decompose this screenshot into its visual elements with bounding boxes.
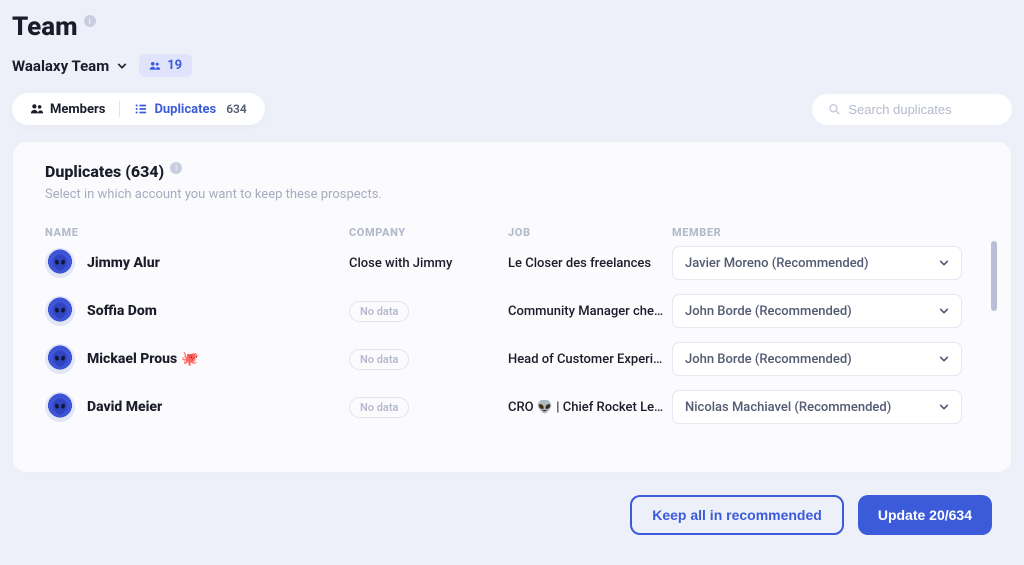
table-row: Soffia Dom No data Community Manager chez…… <box>45 287 979 335</box>
member-select[interactable]: Nicolas Machiavel (Recommended) <box>672 390 962 424</box>
member-select[interactable]: John Borde (Recommended) <box>672 342 962 376</box>
avatar <box>45 344 75 374</box>
member-select-value: Nicolas Machiavel (Recommended) <box>685 400 891 415</box>
search-box[interactable] <box>812 94 1012 125</box>
avatar <box>45 392 75 422</box>
info-icon[interactable]: i <box>84 15 96 27</box>
emoji: 🐙 <box>181 351 198 367</box>
no-data-badge: No data <box>349 349 409 370</box>
chevron-down-icon <box>117 61 127 71</box>
keep-all-button[interactable]: Keep all in recommended <box>630 495 844 535</box>
no-data-badge: No data <box>349 301 409 322</box>
member-select-value: Javier Moreno (Recommended) <box>685 256 869 271</box>
search-input[interactable] <box>848 102 996 117</box>
prospect-name[interactable]: David Meier <box>87 399 162 415</box>
tab-separator <box>119 101 120 117</box>
people-icon <box>30 102 44 116</box>
member-select-value: John Borde (Recommended) <box>685 352 852 367</box>
member-select[interactable]: John Borde (Recommended) <box>672 294 962 328</box>
tab-duplicates-label: Duplicates <box>154 102 216 117</box>
scrollbar-thumb[interactable] <box>991 241 997 311</box>
chevron-down-icon <box>939 258 949 268</box>
update-button[interactable]: Update 20/634 <box>858 495 992 535</box>
team-name: Waalaxy Team <box>12 57 109 75</box>
col-company: COMPANY <box>349 226 504 239</box>
panel-subtitle: Select in which account you want to keep… <box>45 187 979 202</box>
info-icon[interactable]: i <box>170 162 182 174</box>
table-row: David Meier No data CRO 👽 | Chief Rocket L… <box>45 383 979 431</box>
job-cell: Head of Customer Experie… <box>508 352 668 367</box>
job-cell: Le Closer des freelances <box>508 256 668 271</box>
prospect-name[interactable]: Jimmy Alur <box>87 255 160 271</box>
list-icon <box>134 102 148 116</box>
member-count-badge[interactable]: 19 <box>139 54 192 77</box>
tabs: Members Duplicates 634 <box>12 93 265 125</box>
team-selector[interactable]: Waalaxy Team <box>12 57 127 75</box>
member-select-value: John Borde (Recommended) <box>685 304 852 319</box>
avatar <box>45 248 75 278</box>
no-data-badge: No data <box>349 397 409 418</box>
company-cell: Close with Jimmy <box>349 256 504 271</box>
page-title: Team <box>12 12 78 42</box>
search-icon <box>828 102 840 116</box>
tab-members-label: Members <box>50 102 105 117</box>
chevron-down-icon <box>939 306 949 316</box>
tab-duplicates-count: 634 <box>226 102 247 116</box>
prospect-name[interactable]: Soffia Dom <box>87 303 157 319</box>
table-row: Jimmy Alur Close with Jimmy Le Closer des … <box>45 239 979 287</box>
col-member: MEMBER <box>672 226 979 239</box>
table-body: Jimmy Alur Close with Jimmy Le Closer des … <box>21 239 1003 439</box>
member-count: 19 <box>167 58 182 73</box>
chevron-down-icon <box>939 354 949 364</box>
footer-actions: Keep all in recommended Update 20/634 <box>12 495 1012 535</box>
table-row: Mickael Prous 🐙 No data Head of Customer E… <box>45 335 979 383</box>
col-job: JOB <box>508 226 668 239</box>
col-name: NAME <box>45 226 345 239</box>
avatar <box>45 296 75 326</box>
table-header: NAME COMPANY JOB MEMBER <box>21 226 1003 239</box>
tab-duplicates[interactable]: Duplicates 634 <box>134 102 246 117</box>
panel-title: Duplicates (634) <box>45 162 164 181</box>
table-row: No data <box>45 431 979 439</box>
job-cell: CRO 👽 | Chief Rocket Le… <box>508 400 668 415</box>
tab-members[interactable]: Members <box>30 102 105 117</box>
job-cell: Community Manager chez… <box>508 304 668 319</box>
duplicates-panel: Duplicates (634) i Select in which accou… <box>12 141 1012 473</box>
chevron-down-icon <box>939 402 949 412</box>
people-icon <box>149 60 161 72</box>
prospect-name[interactable]: Mickael Prous 🐙 <box>87 351 199 367</box>
member-select[interactable]: Javier Moreno (Recommended) <box>672 246 962 280</box>
